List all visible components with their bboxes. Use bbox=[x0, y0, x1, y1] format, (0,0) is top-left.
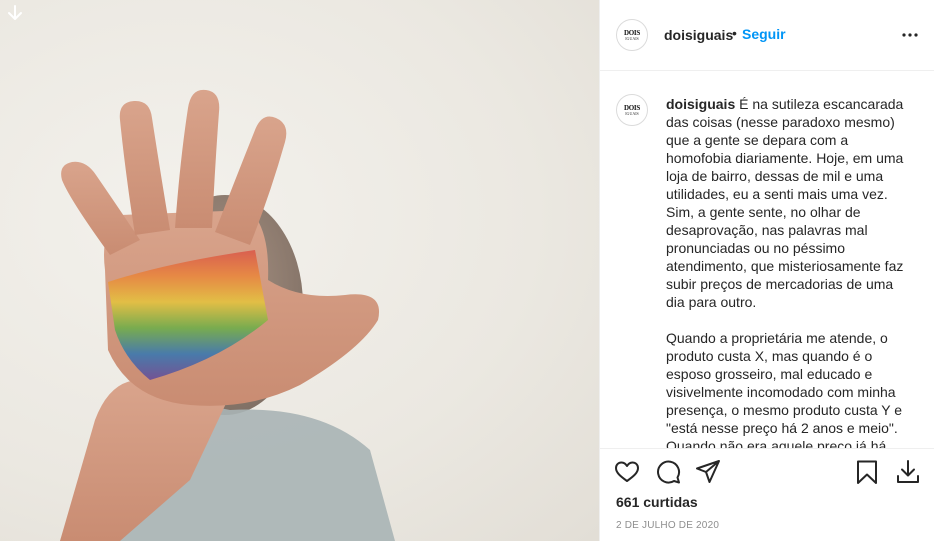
username-link[interactable]: doisiguais bbox=[664, 27, 733, 43]
post-caption: doisiguais É na sutileza escancarada das… bbox=[666, 95, 914, 448]
post-date[interactable]: 2 de julho de 2020 bbox=[616, 520, 719, 531]
post-actions: 661 curtidas 2 de julho de 2020 bbox=[600, 448, 934, 541]
caption-avatar[interactable]: DOIS IGUAIS bbox=[616, 94, 648, 126]
bookmark-icon[interactable] bbox=[854, 459, 880, 485]
download-arrow-icon[interactable] bbox=[6, 4, 24, 24]
caption-username[interactable]: doisiguais bbox=[666, 96, 735, 112]
caption-text: É na sutileza escancarada das coisas (ne… bbox=[666, 96, 904, 448]
avatar-logo-subtext: IGUAIS bbox=[625, 35, 639, 41]
post-details-panel: DOIS IGUAIS doisiguais • Seguir DOIS IGU… bbox=[599, 0, 934, 541]
hand-rainbow-photo bbox=[60, 89, 395, 541]
post-image[interactable] bbox=[0, 0, 599, 541]
likes-count[interactable]: 661 curtidas bbox=[616, 494, 698, 510]
avatar-logo-subtext: IGUAIS bbox=[625, 110, 639, 116]
avatar[interactable]: DOIS IGUAIS bbox=[616, 19, 648, 51]
paper-plane-icon[interactable] bbox=[695, 459, 721, 485]
separator-dot: • bbox=[732, 25, 737, 41]
more-options-icon[interactable] bbox=[901, 26, 919, 44]
post-header: DOIS IGUAIS doisiguais • Seguir bbox=[600, 0, 934, 71]
comments-section[interactable]: DOIS IGUAIS doisiguais É na sutileza esc… bbox=[600, 72, 934, 448]
comment-icon[interactable] bbox=[655, 459, 681, 485]
download-icon[interactable] bbox=[895, 459, 921, 485]
follow-button[interactable]: Seguir bbox=[742, 26, 786, 42]
heart-icon[interactable] bbox=[614, 459, 640, 485]
